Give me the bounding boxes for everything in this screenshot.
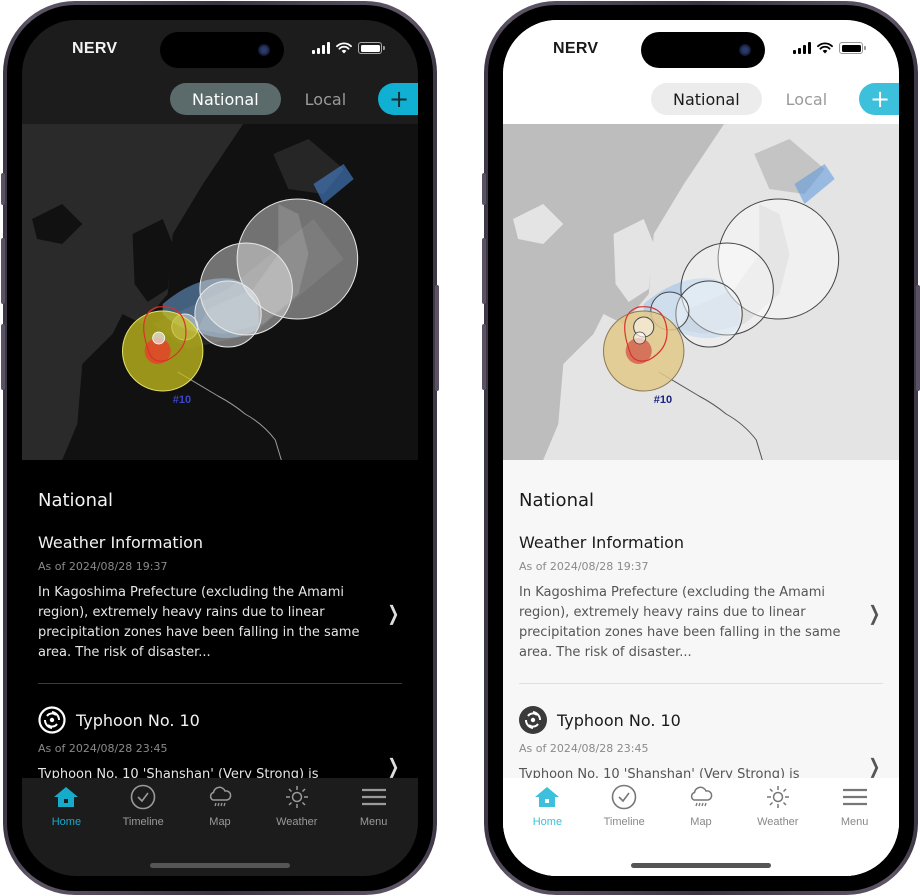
check-circle-icon — [130, 784, 156, 810]
storm-label: #10 — [173, 394, 191, 406]
wifi-icon — [817, 42, 833, 54]
add-button[interactable]: + — [859, 83, 899, 115]
check-circle-icon — [611, 784, 637, 810]
signal-icon — [312, 42, 330, 54]
power-button — [435, 285, 439, 391]
wifi-icon — [336, 42, 352, 54]
status-icons — [793, 42, 866, 54]
card-body: In Kagoshima Prefecture (excluding the A… — [38, 585, 360, 660]
signal-icon — [793, 42, 811, 54]
card-timestamp: As of 2024/08/28 19:37 — [38, 560, 168, 573]
action-button — [1, 173, 5, 205]
action-button — [482, 173, 486, 205]
battery-icon — [358, 42, 385, 54]
volume-down-button — [1, 324, 5, 390]
forecast-circle-1 — [152, 331, 166, 345]
typhoon-map[interactable]: #10 — [503, 124, 899, 460]
volume-up-button — [1, 238, 5, 304]
divider — [38, 683, 402, 684]
tab-bar: Home Timeline Map Weather Menu — [22, 778, 418, 876]
app-screen: NERV National Local + #10 National Weath… — [22, 20, 418, 876]
card-body: In Kagoshima Prefecture (excluding the A… — [519, 585, 841, 660]
card-timestamp: As of 2024/08/28 23:45 — [38, 742, 168, 755]
sun-icon — [285, 786, 308, 808]
battery-icon — [839, 42, 866, 54]
divider — [519, 683, 883, 684]
tab-label: Home — [51, 816, 82, 828]
weather-info-card[interactable]: Weather Information As of 2024/08/28 19:… — [38, 533, 402, 663]
weather-info-card[interactable]: Weather Information As of 2024/08/28 19:… — [519, 533, 883, 663]
card-title: Typhoon No. 10 — [557, 710, 681, 730]
typhoon-icon — [38, 706, 66, 734]
forecast-circle-3 — [194, 280, 262, 348]
dynamic-island — [641, 32, 765, 68]
card-title: Weather Information — [38, 533, 204, 552]
tab-label: Weather — [276, 816, 318, 828]
status-carrier: NERV — [72, 40, 118, 57]
tab-label: Map — [690, 816, 712, 828]
forecast-circle-1 — [633, 331, 647, 345]
tab-menu[interactable]: Menu — [338, 784, 410, 828]
rain-cloud-icon — [209, 786, 232, 807]
tab-local[interactable]: Local — [283, 83, 368, 115]
tab-label: Menu — [840, 816, 869, 828]
chevron-right-icon[interactable]: ❯ — [388, 601, 400, 625]
rain-cloud-icon — [690, 786, 713, 807]
top-bar: NERV National Local + — [503, 20, 899, 124]
storm-label: #10 — [654, 394, 672, 406]
volume-up-button — [482, 238, 486, 304]
section-title: National — [38, 490, 114, 511]
camera-icon — [258, 44, 270, 56]
tab-national[interactable]: National — [170, 83, 281, 115]
tab-national[interactable]: National — [651, 83, 762, 115]
tab-menu[interactable]: Menu — [819, 784, 891, 828]
tab-map[interactable]: Map — [665, 784, 737, 828]
home-icon — [54, 787, 79, 807]
region-segmented-control: National Local — [170, 83, 368, 115]
power-button — [916, 285, 920, 391]
home-icon — [535, 787, 560, 807]
menu-icon — [842, 788, 867, 806]
status-icons — [312, 42, 385, 54]
tab-label: Menu — [359, 816, 388, 828]
region-segmented-control: National Local — [651, 83, 849, 115]
tab-label: Timeline — [122, 816, 164, 828]
card-title: Typhoon No. 10 — [76, 710, 200, 730]
tab-label: Map — [209, 816, 231, 828]
volume-down-button — [482, 324, 486, 390]
tab-weather[interactable]: Weather — [742, 784, 814, 828]
tab-local[interactable]: Local — [764, 83, 849, 115]
add-button[interactable]: + — [378, 83, 418, 115]
sun-icon — [766, 786, 789, 808]
chevron-right-icon[interactable]: ❯ — [388, 754, 400, 778]
phone-light-mode: NERV National Local + #10 National Weath… — [482, 1, 920, 895]
tab-timeline[interactable]: Timeline — [588, 784, 660, 828]
camera-icon — [739, 44, 751, 56]
top-bar: NERV National Local + — [22, 20, 418, 124]
typhoon-icon — [519, 706, 547, 734]
status-carrier: NERV — [553, 40, 599, 57]
tab-label: Weather — [757, 816, 799, 828]
phone-dark-mode: NERV National Local + #10 National Weath… — [1, 1, 439, 895]
tab-home[interactable]: Home — [511, 784, 583, 828]
tab-label: Timeline — [603, 816, 645, 828]
tab-timeline[interactable]: Timeline — [107, 784, 179, 828]
tab-home[interactable]: Home — [30, 784, 102, 828]
chevron-right-icon[interactable]: ❯ — [869, 754, 881, 778]
section-title: National — [519, 490, 595, 511]
app-screen: NERV National Local + #10 National Weath… — [503, 20, 899, 876]
chevron-right-icon[interactable]: ❯ — [869, 601, 881, 625]
tab-label: Home — [532, 816, 563, 828]
dynamic-island — [160, 32, 284, 68]
card-timestamp: As of 2024/08/28 19:37 — [519, 560, 649, 573]
menu-icon — [361, 788, 386, 806]
tab-weather[interactable]: Weather — [261, 784, 333, 828]
typhoon-map[interactable]: #10 — [22, 124, 418, 460]
card-timestamp: As of 2024/08/28 23:45 — [519, 742, 649, 755]
tab-map[interactable]: Map — [184, 784, 256, 828]
tab-bar: Home Timeline Map Weather Menu — [503, 778, 899, 876]
home-indicator[interactable] — [631, 863, 771, 868]
home-indicator[interactable] — [150, 863, 290, 868]
card-title: Weather Information — [519, 533, 685, 552]
